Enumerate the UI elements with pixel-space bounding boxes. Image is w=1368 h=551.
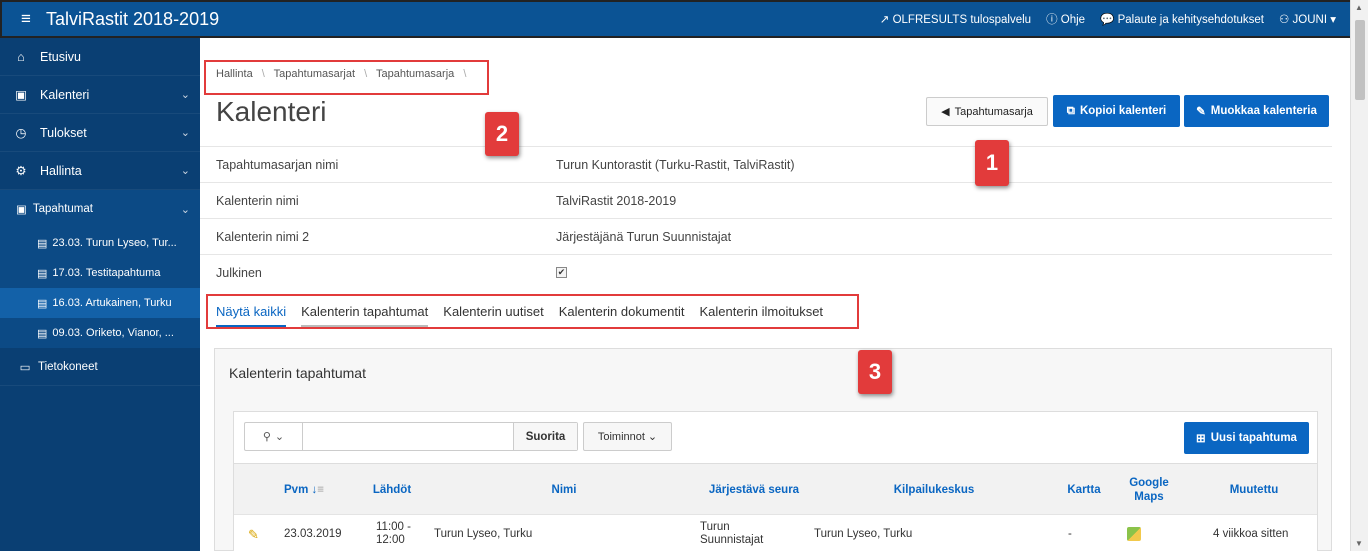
external-link-icon: ↗ <box>879 14 890 26</box>
public-checkbox: ✔ <box>556 267 567 278</box>
page-scrollbar[interactable]: ▲ ▼ <box>1350 0 1368 551</box>
scrollbar-thumb[interactable] <box>1355 20 1365 100</box>
panel-title: Kalenterin tapahtumat <box>229 365 366 381</box>
gear-icon: ⚙ <box>15 164 27 178</box>
scroll-up-icon[interactable]: ▲ <box>1355 3 1363 12</box>
google-maps-icon[interactable] <box>1127 515 1141 551</box>
list-icon: ▤ <box>37 267 48 280</box>
edit-calendar-button[interactable]: ✎ Muokkaa kalenteria <box>1184 95 1329 127</box>
search-column-selector[interactable]: ⚲ ⌄ <box>245 423 303 450</box>
sidebar-item-event-active[interactable]: ▤ 16.03. Artukainen, Turku <box>0 288 200 318</box>
callout-badge-2: 2 <box>485 112 519 156</box>
col-nimi[interactable]: Nimi <box>524 464 604 516</box>
col-seura[interactable]: Järjestävä seura <box>694 464 814 516</box>
sort-icon: ≡ <box>317 484 324 496</box>
plus-icon: ⊞ <box>1196 433 1206 445</box>
caret-down-icon: ▾ <box>1330 14 1336 26</box>
chevron-down-icon: ⌄ <box>180 165 190 177</box>
sidebar-item-event[interactable]: ▤ 09.03. Oriketo, Vianor, ... <box>0 318 200 348</box>
table-header: Pvm ↓ ≡ Lähdöt Nimi Järjestävä seura Kilp… <box>234 463 1317 515</box>
list-icon: ▤ <box>37 297 48 310</box>
sidebar-item-hallinta[interactable]: ⚙ Hallinta ⌄ <box>0 152 200 190</box>
user-menu[interactable]: ⚇ JOUNI ▾ <box>1279 12 1336 26</box>
col-keskus[interactable]: Kilpailukeskus <box>874 464 994 516</box>
copy-calendar-button[interactable]: ⧉ Kopioi kalenteri <box>1053 95 1180 127</box>
callout-badge-3: 3 <box>858 350 892 394</box>
computer-icon: ▭ <box>19 361 31 374</box>
detail-row: Kalenterin nimi TalviRastit 2018-2019 <box>200 182 1332 218</box>
search-input[interactable] <box>303 423 513 450</box>
col-pvm[interactable]: Pvm ↓ ≡ <box>274 464 334 516</box>
callout-badge-1: 1 <box>975 140 1009 186</box>
chevron-down-icon: ⌄ <box>180 203 190 216</box>
help-icon: ⓘ <box>1046 14 1058 26</box>
sidebar-item-tulokset[interactable]: ◷ Tulokset ⌄ <box>0 114 200 152</box>
clock-icon: ◷ <box>15 126 27 140</box>
list-icon: ▤ <box>37 237 48 250</box>
chevron-down-icon: ⌄ <box>647 431 658 443</box>
col-gmaps[interactable]: Google Maps <box>1119 464 1179 516</box>
results-link[interactable]: ↗ OLFRESULTS tulospalvelu <box>880 12 1031 26</box>
chevron-down-icon: ⌄ <box>180 127 190 139</box>
app-title[interactable]: TalviRastit 2018-2019 <box>46 9 219 30</box>
comment-icon: 💬 <box>1100 14 1115 26</box>
sidebar-item-kalenteri[interactable]: ▣ Kalenteri ⌄ <box>0 76 200 114</box>
edit-row-icon[interactable]: ✎ <box>248 515 259 551</box>
help-link[interactable]: ⓘ Ohje <box>1046 11 1085 27</box>
search-bar: ⚲ ⌄ Suorita <box>244 422 578 451</box>
sidebar-item-event[interactable]: ▤ 17.03. Testitapahtuma <box>0 258 200 288</box>
scroll-down-icon[interactable]: ▼ <box>1355 539 1363 548</box>
table-row: ✎ 23.03.2019 11:00 -12:00 Turun Lyseo, T… <box>234 515 1317 551</box>
callout-box-breadcrumb <box>204 60 489 95</box>
chevron-down-icon: ⌄ <box>180 89 190 101</box>
events-report: ⚲ ⌄ Suorita Toiminnot ⌄ ⊞ Uusi tapahtuma… <box>233 411 1318 551</box>
col-muutettu[interactable]: Muutettu <box>1204 464 1304 516</box>
detail-row: Kalenterin nimi 2 Järjestäjänä Turun Suu… <box>200 218 1332 254</box>
sidebar-item-tapahtumat[interactable]: ▣ Tapahtumat ⌄ <box>0 190 200 228</box>
sidebar-item-tietokoneet[interactable]: ▭ Tietokoneet <box>0 348 200 386</box>
page-title: Kalenteri <box>216 96 327 127</box>
search-icon: ⚲ <box>262 431 271 443</box>
detail-row: Tapahtumasarjan nimi Turun Kuntorastit (… <box>200 146 1332 182</box>
calendar-icon: ▣ <box>15 88 27 102</box>
header-nav: ↗ OLFRESULTS tulospalvelu ⓘ Ohje 💬 Palau… <box>880 11 1336 27</box>
user-icon: ⚇ <box>1279 14 1290 26</box>
sidebar-item-etusivu[interactable]: ⌂ Etusivu <box>0 38 200 76</box>
col-lahdot[interactable]: Lähdöt <box>362 464 422 516</box>
top-header: ≡ TalviRastit 2018-2019 ↗ OLFRESULTS tul… <box>0 0 1350 38</box>
new-event-button[interactable]: ⊞ Uusi tapahtuma <box>1184 422 1309 454</box>
menu-icon[interactable]: ≡ <box>12 9 40 29</box>
chevron-down-icon: ⌄ <box>274 431 285 443</box>
actions-menu-button[interactable]: Toiminnot ⌄ <box>583 422 672 451</box>
sidebar-item-event[interactable]: ▤ 23.03. Turun Lyseo, Tur... <box>0 228 200 258</box>
feedback-link[interactable]: 💬 Palaute ja kehitysehdotukset <box>1100 12 1264 26</box>
events-panel: Kalenterin tapahtumat ⚲ ⌄ Suorita Toimin… <box>214 348 1332 551</box>
edit-icon: ✎ <box>1196 106 1206 118</box>
back-button[interactable]: ◀ Tapahtumasarja <box>926 97 1048 126</box>
list-icon: ▤ <box>37 327 48 340</box>
calendar-icon: ▣ <box>16 204 27 216</box>
arrow-left-circle-icon: ◀ <box>941 106 950 118</box>
sidebar: ⌂ Etusivu ▣ Kalenteri ⌄ ◷ Tulokset ⌄ ⚙ H… <box>0 38 200 551</box>
detail-row: Julkinen ✔ <box>200 254 1332 290</box>
col-kartta[interactable]: Kartta <box>1054 464 1114 516</box>
callout-box-tabs <box>206 294 859 329</box>
copy-icon: ⧉ <box>1066 104 1075 117</box>
home-icon: ⌂ <box>17 49 25 64</box>
search-go-button[interactable]: Suorita <box>513 423 577 450</box>
